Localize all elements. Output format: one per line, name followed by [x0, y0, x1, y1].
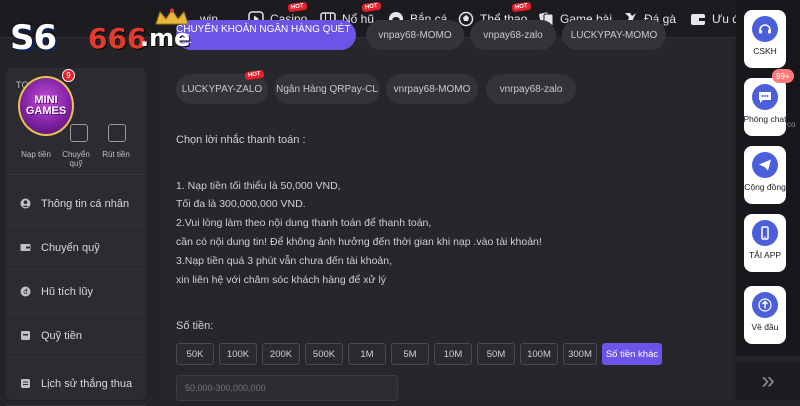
- menu-item-fund[interactable]: Quỹ tiền: [6, 314, 146, 358]
- back-to-top-button[interactable]: Về đầu: [744, 286, 786, 344]
- method-luckypay-zalo[interactable]: LUCKYPAY-ZALO HOT: [176, 69, 268, 104]
- deposit-button[interactable]: Nạp tiền: [16, 150, 56, 159]
- mini-games-button[interactable]: MINI GAMES: [18, 76, 74, 136]
- hot-badge: HOT: [287, 1, 308, 13]
- hot-badge: HOT: [244, 69, 265, 81]
- method-vnpay68-zalo[interactable]: vnpay68-zalo: [470, 20, 556, 50]
- customer-support-button[interactable]: CSKH: [744, 10, 786, 68]
- method-label: LUCKYPAY-ZALO: [181, 83, 263, 95]
- phone-icon: [752, 220, 778, 246]
- method-bank-qr[interactable]: CHUYỂN KHOẢN NGÂN HÀNG QUÉT MÃ: [176, 20, 356, 50]
- amount-option-5m[interactable]: 5M: [391, 343, 429, 365]
- reminder-line: xin liên hệ với chăm sóc khách hàng để x…: [176, 274, 387, 286]
- method-label: vnrpay68-MOMO: [393, 83, 471, 95]
- method-vnrpay68-zalo[interactable]: vnrpay68-zalo: [486, 74, 576, 104]
- menu-label: Quỹ tiền: [41, 329, 82, 342]
- menu-label: Chuyển quỹ: [41, 241, 100, 254]
- amount-option-500k[interactable]: 500K: [305, 343, 343, 365]
- amount-option-10m[interactable]: 10M: [434, 343, 472, 365]
- chat-room-button[interactable]: Phòng chat: [743, 78, 787, 136]
- method-label: vnrpay68-zalo: [499, 83, 563, 95]
- wallet-icon: [690, 11, 706, 27]
- method-qrpay-cl[interactable]: Ngân Hàng QRPay-CL: [274, 74, 380, 104]
- transfer-wallet-icon: [70, 124, 88, 142]
- method-vnrpay68-momo[interactable]: vnrpay68-MOMO: [386, 74, 478, 104]
- method-label: vnpay68-MOMO: [378, 29, 452, 41]
- amount-input[interactable]: [176, 375, 398, 401]
- rp-label: Cộng đồng: [744, 182, 786, 192]
- sidebar-divider: [6, 174, 146, 175]
- headset-icon: [752, 16, 778, 42]
- method-label: CHUYỂN KHOẢN NGÂN HÀNG QUÉT MÃ: [176, 24, 351, 46]
- rp-label: TẢI APP: [748, 250, 782, 260]
- partial-text: co: [787, 120, 796, 129]
- transfer-button[interactable]: Chuyển quỹ: [56, 150, 96, 168]
- piggy-icon: đ: [20, 286, 31, 297]
- logo-text-me: .me: [140, 24, 191, 52]
- menu-item-transfer[interactable]: Chuyển quỹ: [6, 226, 146, 270]
- mini-games-line2: GAMES: [25, 105, 67, 117]
- method-label: Ngân Hàng QRPay-CL: [276, 83, 378, 95]
- method-label: LUCKYPAY-MOMO: [570, 29, 658, 41]
- amount-option-1m[interactable]: 1M: [348, 343, 386, 365]
- amount-option-100m[interactable]: 100M: [520, 343, 558, 365]
- reminder-line: 3.Nạp tiền quá 3 phút vẫn chưa đến tài k…: [176, 255, 393, 267]
- download-app-button[interactable]: TẢI APP: [744, 214, 786, 272]
- reminder-line: 1. Nạp tiền tối thiểu là 50,000 VND,: [176, 180, 341, 192]
- amount-label: Số tiền:: [176, 320, 214, 332]
- chat-badge: 99+: [772, 69, 794, 83]
- amount-option-200k[interactable]: 200K: [262, 343, 300, 365]
- menu-item-history[interactable]: Lịch sử thắng thua: [6, 362, 146, 406]
- menu-label: Thông tin cá nhân: [41, 197, 130, 210]
- amount-option-100k[interactable]: 100K: [219, 343, 257, 365]
- reminder-line: Tối đa là 300,000,000 VND.: [176, 198, 306, 210]
- transfer-icon: [20, 242, 31, 253]
- svg-text:đ: đ: [23, 288, 28, 296]
- amount-option-50k[interactable]: 50K: [176, 343, 214, 365]
- withdraw-icon: [108, 124, 126, 142]
- site-logo[interactable]: S6 666 .me: [6, 4, 196, 60]
- logo-text-s6: S6: [10, 18, 57, 58]
- menu-label: Hũ tích lũy: [41, 285, 93, 298]
- telegram-icon: [752, 152, 778, 178]
- menu-item-jackpot[interactable]: đ Hũ tích lũy: [6, 270, 146, 314]
- chat-icon: [752, 84, 778, 110]
- next-page-button[interactable]: »: [736, 362, 800, 400]
- withdraw-button[interactable]: Rút tiền: [96, 150, 136, 159]
- rp-label: Phòng chat: [743, 114, 787, 124]
- payment-reminder-title: Chọn lời nhắc thanh toán :: [176, 134, 306, 146]
- menu-label: Lịch sử thắng thua: [41, 377, 133, 390]
- method-vnpay68-momo[interactable]: vnpay68-MOMO: [366, 20, 464, 50]
- reminder-line: 2.Vui lòng làm theo nội dung thanh toán …: [176, 217, 432, 229]
- rp-label: CSKH: [753, 46, 777, 56]
- amount-option-50m[interactable]: 50M: [477, 343, 515, 365]
- user-icon: [20, 198, 31, 209]
- history-icon: [20, 378, 31, 389]
- method-label: vnpay68-zalo: [483, 29, 543, 41]
- arrow-up-icon: [752, 292, 778, 318]
- method-luckypay-momo[interactable]: LUCKYPAY-MOMO: [562, 20, 666, 50]
- mini-games-badge: 9: [62, 69, 75, 82]
- amount-option-300m[interactable]: 300M: [563, 343, 597, 365]
- reminder-line: cần có nội dung tin! Để không ảnh hưởng …: [176, 236, 542, 248]
- community-button[interactable]: Cộng đồng: [744, 146, 786, 204]
- menu-item-personal-info[interactable]: Thông tin cá nhân: [6, 182, 146, 226]
- logo-text-666: 666: [88, 22, 147, 55]
- rp-label: Về đầu: [751, 322, 779, 332]
- amount-option-other[interactable]: Số tiền khác: [602, 343, 662, 365]
- fund-icon: [20, 330, 31, 341]
- double-chevron-right-icon: »: [761, 367, 775, 394]
